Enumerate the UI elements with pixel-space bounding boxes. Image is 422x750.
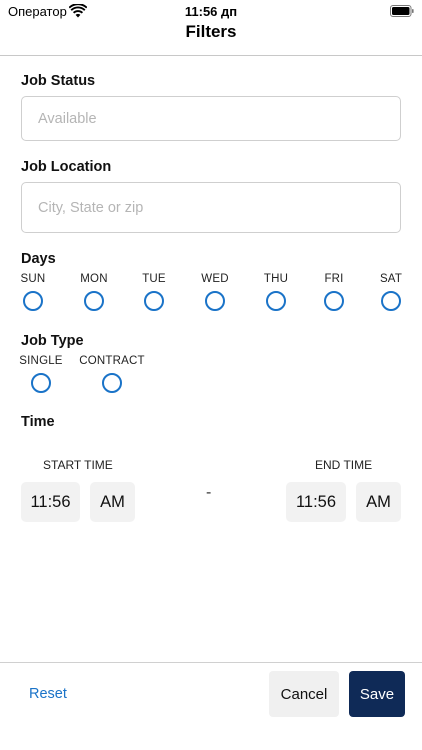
job-type-option-single[interactable]: SINGLE bbox=[17, 355, 65, 393]
day-label: SAT bbox=[379, 273, 403, 285]
day-option-sat[interactable]: SAT bbox=[371, 273, 411, 311]
day-radio-sat[interactable] bbox=[381, 291, 401, 311]
end-time-picker[interactable]: 11:56 bbox=[286, 482, 346, 522]
job-status-field[interactable] bbox=[21, 96, 401, 141]
time-separator: - bbox=[206, 484, 212, 501]
day-label: WED bbox=[201, 273, 229, 285]
end-period-picker[interactable]: AM bbox=[356, 482, 401, 522]
job-type-radio-contract[interactable] bbox=[102, 373, 122, 393]
job-type-label: Job Type bbox=[21, 333, 84, 349]
start-time-label: START TIME bbox=[43, 458, 113, 472]
footer-divider bbox=[0, 662, 422, 663]
days-label: Days bbox=[21, 251, 56, 267]
job-status-label: Job Status bbox=[21, 73, 96, 89]
time-label: Time bbox=[21, 414, 55, 430]
job-status-input[interactable] bbox=[38, 110, 400, 127]
day-option-thu[interactable]: THU bbox=[256, 273, 296, 311]
day-label: SUN bbox=[20, 273, 46, 285]
start-period-picker[interactable]: AM bbox=[90, 482, 135, 522]
job-location-input[interactable] bbox=[38, 199, 400, 216]
day-option-fri[interactable]: FRI bbox=[314, 273, 354, 311]
day-option-mon[interactable]: MON bbox=[74, 273, 114, 311]
status-bar: Оператор 11:56 дп bbox=[0, 0, 422, 22]
job-type-label-single: SINGLE bbox=[19, 355, 63, 367]
job-type-option-contract[interactable]: CONTRACT bbox=[78, 355, 146, 393]
reset-button[interactable]: Reset bbox=[29, 686, 67, 702]
save-button[interactable]: Save bbox=[349, 671, 405, 717]
job-type-label-contract: CONTRACT bbox=[79, 355, 145, 367]
page-title: Filters bbox=[185, 22, 237, 41]
status-clock: 11:56 дп bbox=[184, 4, 238, 19]
day-label: THU bbox=[263, 273, 289, 285]
day-label: MON bbox=[80, 273, 108, 285]
day-radio-tue[interactable] bbox=[144, 291, 164, 311]
day-option-tue[interactable]: TUE bbox=[134, 273, 174, 311]
day-radio-mon[interactable] bbox=[84, 291, 104, 311]
day-radio-thu[interactable] bbox=[266, 291, 286, 311]
day-option-sun[interactable]: SUN bbox=[13, 273, 53, 311]
cancel-button[interactable]: Cancel bbox=[269, 671, 339, 717]
day-radio-sun[interactable] bbox=[23, 291, 43, 311]
day-option-wed[interactable]: WED bbox=[195, 273, 235, 311]
day-label: FRI bbox=[324, 273, 344, 285]
day-label: TUE bbox=[142, 273, 166, 285]
job-type-radio-single[interactable] bbox=[31, 373, 51, 393]
job-location-field[interactable] bbox=[21, 182, 401, 233]
job-location-label: Job Location bbox=[21, 159, 112, 175]
nav-divider bbox=[0, 55, 422, 56]
start-time-picker[interactable]: 11:56 bbox=[21, 482, 80, 522]
battery-icon bbox=[390, 5, 414, 17]
end-time-label: END TIME bbox=[315, 458, 373, 472]
day-radio-fri[interactable] bbox=[324, 291, 344, 311]
day-radio-wed[interactable] bbox=[205, 291, 225, 311]
